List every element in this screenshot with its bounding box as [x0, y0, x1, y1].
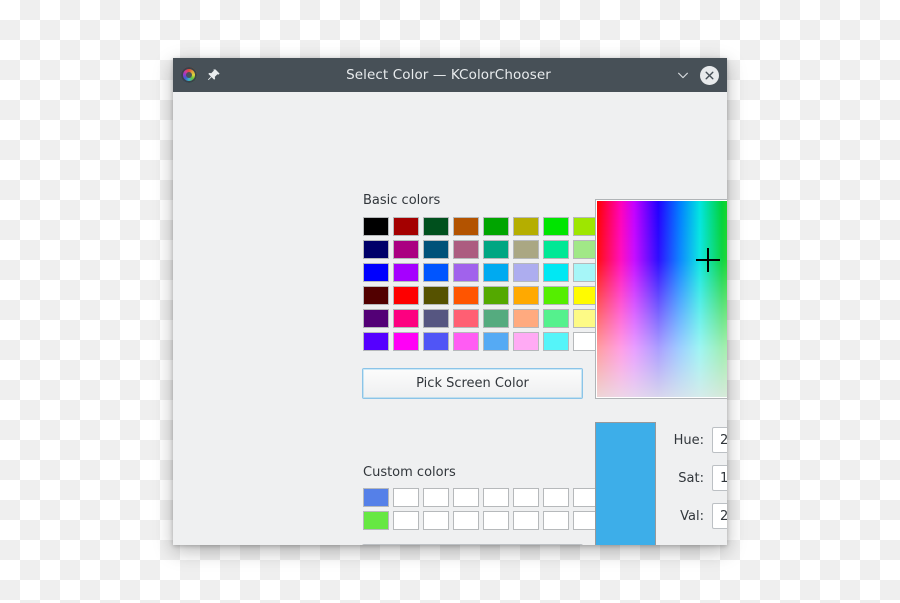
basic-color-swatch-4-3[interactable]: [453, 309, 479, 328]
custom-color-swatch-1-0[interactable]: [363, 511, 389, 530]
basic-color-swatch-2-0[interactable]: [363, 263, 389, 282]
basic-color-swatch-0-6[interactable]: [543, 217, 569, 236]
basic-colors-label: Basic colors: [363, 193, 441, 208]
pick-screen-color-label: Pick Screen Color: [416, 376, 529, 391]
hue-input[interactable]: 200: [712, 427, 727, 453]
sat-field-row: Sat: 188: [660, 465, 727, 491]
pick-screen-color-button[interactable]: Pick Screen Color: [362, 368, 583, 399]
basic-color-swatch-5-1[interactable]: [393, 332, 419, 351]
close-icon: [705, 71, 714, 79]
pin-icon[interactable]: [207, 68, 221, 82]
basic-color-swatch-5-6[interactable]: [543, 332, 569, 351]
basic-color-swatch-3-0[interactable]: [363, 286, 389, 305]
val-value: 233: [720, 508, 727, 524]
titlebar-left-controls: [181, 67, 221, 83]
basic-color-swatch-1-4[interactable]: [483, 240, 509, 259]
window-titlebar[interactable]: Select Color — KColorChooser: [173, 58, 727, 92]
custom-color-swatch-0-1[interactable]: [393, 488, 419, 507]
basic-color-swatch-1-6[interactable]: [543, 240, 569, 259]
val-field-row: Val: 233: [660, 503, 727, 529]
basic-color-swatch-0-2[interactable]: [423, 217, 449, 236]
custom-color-swatch-1-2[interactable]: [423, 511, 449, 530]
basic-color-swatch-1-2[interactable]: [423, 240, 449, 259]
basic-color-swatch-3-3[interactable]: [453, 286, 479, 305]
basic-color-swatch-1-3[interactable]: [453, 240, 479, 259]
basic-color-swatch-1-5[interactable]: [513, 240, 539, 259]
hue-field-row: Hue: 200: [660, 427, 727, 453]
window-title: Select Color — KColorChooser: [346, 67, 551, 83]
basic-color-swatch-0-3[interactable]: [453, 217, 479, 236]
basic-color-swatch-2-4[interactable]: [483, 263, 509, 282]
basic-color-swatch-4-0[interactable]: [363, 309, 389, 328]
custom-color-swatch-1-3[interactable]: [453, 511, 479, 530]
spectrum-canvas[interactable]: [597, 201, 727, 397]
basic-color-swatch-5-3[interactable]: [453, 332, 479, 351]
add-to-custom-colors-button[interactable]: Add to Custom Colors: [362, 544, 583, 545]
basic-color-swatch-5-5[interactable]: [513, 332, 539, 351]
basic-color-swatch-3-4[interactable]: [483, 286, 509, 305]
basic-color-swatch-5-2[interactable]: [423, 332, 449, 351]
val-label: Val:: [680, 508, 704, 524]
custom-color-swatch-1-6[interactable]: [543, 511, 569, 530]
custom-color-swatch-1-5[interactable]: [513, 511, 539, 530]
custom-color-swatch-0-2[interactable]: [423, 488, 449, 507]
basic-color-swatch-2-1[interactable]: [393, 263, 419, 282]
basic-color-swatch-3-6[interactable]: [543, 286, 569, 305]
custom-color-swatch-0-0[interactable]: [363, 488, 389, 507]
titlebar-right-controls: [676, 65, 719, 85]
custom-color-swatch-1-1[interactable]: [393, 511, 419, 530]
basic-color-swatch-5-0[interactable]: [363, 332, 389, 351]
basic-color-swatch-0-1[interactable]: [393, 217, 419, 236]
close-button[interactable]: [700, 65, 719, 85]
sat-value: 188: [720, 470, 727, 486]
custom-colors-label: Custom colors: [363, 465, 456, 480]
hue-saturation-spectrum[interactable]: [595, 199, 727, 399]
custom-color-swatch-0-6[interactable]: [543, 488, 569, 507]
basic-color-swatch-2-6[interactable]: [543, 263, 569, 282]
basic-color-swatch-3-1[interactable]: [393, 286, 419, 305]
dialog-body: Basic colors Pick Screen Color Custom co…: [173, 92, 727, 545]
hue-label: Hue:: [673, 432, 704, 448]
chevron-down-icon[interactable]: [676, 68, 690, 82]
custom-color-swatch-0-4[interactable]: [483, 488, 509, 507]
basic-color-swatch-3-5[interactable]: [513, 286, 539, 305]
basic-color-swatch-4-4[interactable]: [483, 309, 509, 328]
basic-color-swatch-2-2[interactable]: [423, 263, 449, 282]
val-input[interactable]: 233: [712, 503, 727, 529]
custom-color-swatch-0-5[interactable]: [513, 488, 539, 507]
basic-color-swatch-4-6[interactable]: [543, 309, 569, 328]
basic-colors-grid[interactable]: [363, 217, 599, 351]
basic-color-swatch-4-5[interactable]: [513, 309, 539, 328]
sat-label: Sat:: [678, 470, 704, 486]
basic-color-swatch-4-2[interactable]: [423, 309, 449, 328]
custom-color-swatch-0-3[interactable]: [453, 488, 479, 507]
basic-color-swatch-0-5[interactable]: [513, 217, 539, 236]
custom-colors-grid[interactable]: [363, 488, 599, 530]
color-chooser-window: Select Color — KColorChooser Basic color…: [173, 58, 727, 545]
basic-color-swatch-4-1[interactable]: [393, 309, 419, 328]
basic-color-swatch-1-1[interactable]: [393, 240, 419, 259]
basic-color-swatch-2-5[interactable]: [513, 263, 539, 282]
selected-color-preview: [595, 422, 656, 545]
basic-color-swatch-0-0[interactable]: [363, 217, 389, 236]
custom-color-swatch-1-4[interactable]: [483, 511, 509, 530]
basic-color-swatch-5-4[interactable]: [483, 332, 509, 351]
basic-color-swatch-1-0[interactable]: [363, 240, 389, 259]
basic-color-swatch-3-2[interactable]: [423, 286, 449, 305]
sat-input[interactable]: 188: [712, 465, 727, 491]
spectrum-crosshair[interactable]: [696, 248, 720, 272]
basic-color-swatch-2-3[interactable]: [453, 263, 479, 282]
basic-color-swatch-0-4[interactable]: [483, 217, 509, 236]
hue-value: 200: [720, 432, 727, 448]
color-wheel-icon: [181, 67, 197, 83]
